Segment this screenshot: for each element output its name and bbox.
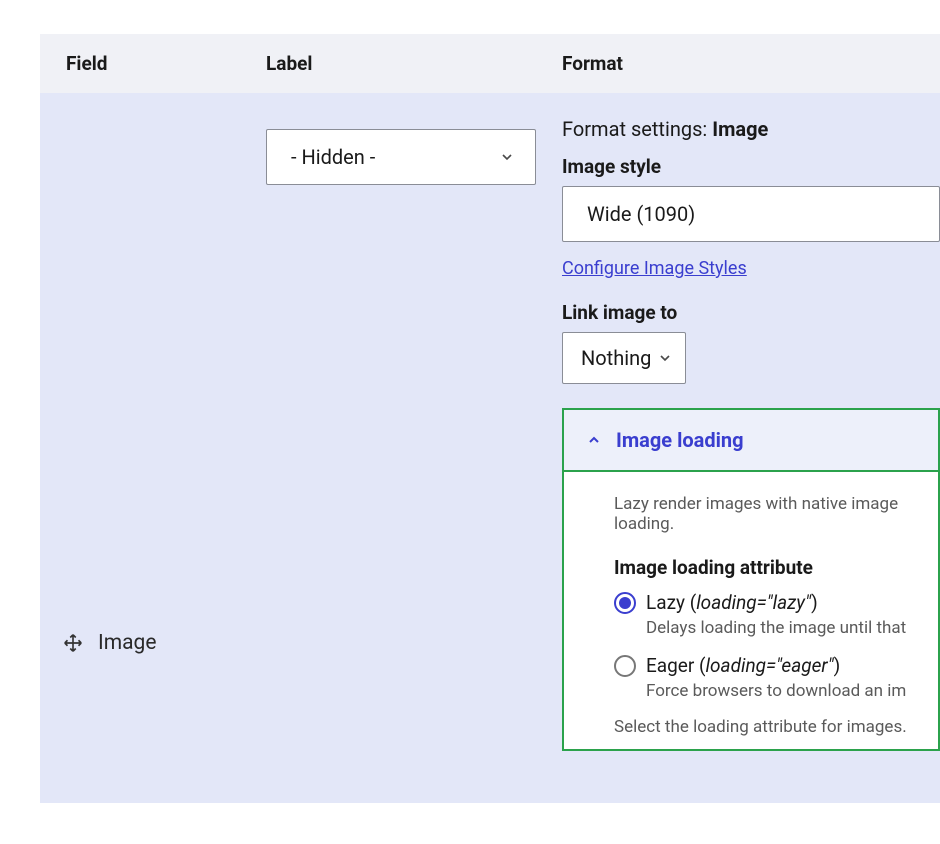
image-loading-panel-header[interactable]: Image loading: [564, 410, 938, 472]
panel-title: Image loading: [616, 428, 744, 452]
image-style-label: Image style: [562, 155, 940, 178]
header-label: Label: [266, 52, 562, 75]
configure-image-styles-link[interactable]: Configure Image Styles: [562, 258, 747, 279]
drag-handle-icon[interactable]: [62, 632, 84, 654]
table-row: Image - Hidden - Format settings: Image …: [40, 93, 940, 803]
link-image-to-select[interactable]: Nothing: [562, 332, 686, 384]
radio-eager[interactable]: Eager (loading="eager"): [614, 654, 938, 677]
radio-eager-help: Force browsers to download an im: [646, 681, 938, 701]
radio-lazy-help: Delays loading the image until that: [646, 618, 938, 638]
radio-eager-input[interactable]: [614, 655, 636, 677]
link-image-to-label: Link image to: [562, 301, 940, 324]
radio-lazy-label: Lazy (loading="lazy"): [646, 591, 818, 614]
header-format: Format: [562, 52, 940, 75]
panel-intro: Lazy render images with native image loa…: [614, 494, 938, 534]
field-cell: Image: [62, 117, 266, 763]
header-field: Field: [62, 52, 266, 75]
chevron-down-icon: [657, 350, 673, 366]
format-cell: Format settings: Image Image style Wide …: [562, 117, 940, 763]
loading-attribute-footer: Select the loading attribute for images.: [614, 717, 938, 737]
chevron-down-icon: [499, 149, 515, 165]
image-style-select-value: Wide (1090): [587, 202, 695, 226]
format-settings-label: Format settings: Image: [562, 117, 940, 141]
link-image-to-select-value: Nothing: [581, 346, 651, 370]
radio-lazy[interactable]: Lazy (loading="lazy"): [614, 591, 938, 614]
radio-eager-label: Eager (loading="eager"): [646, 654, 840, 677]
field-name: Image: [98, 631, 156, 655]
label-cell: - Hidden -: [266, 117, 562, 763]
image-loading-panel: Image loading Lazy render images with na…: [562, 408, 940, 751]
label-select-value: - Hidden -: [291, 145, 375, 169]
image-loading-attribute-label: Image loading attribute: [614, 556, 938, 579]
radio-lazy-input[interactable]: [614, 592, 636, 614]
label-select[interactable]: - Hidden -: [266, 129, 536, 185]
image-style-select[interactable]: Wide (1090): [562, 186, 940, 242]
chevron-up-icon: [586, 432, 602, 448]
image-loading-panel-body: Lazy render images with native image loa…: [564, 472, 938, 749]
table-header: Field Label Format: [40, 34, 940, 93]
